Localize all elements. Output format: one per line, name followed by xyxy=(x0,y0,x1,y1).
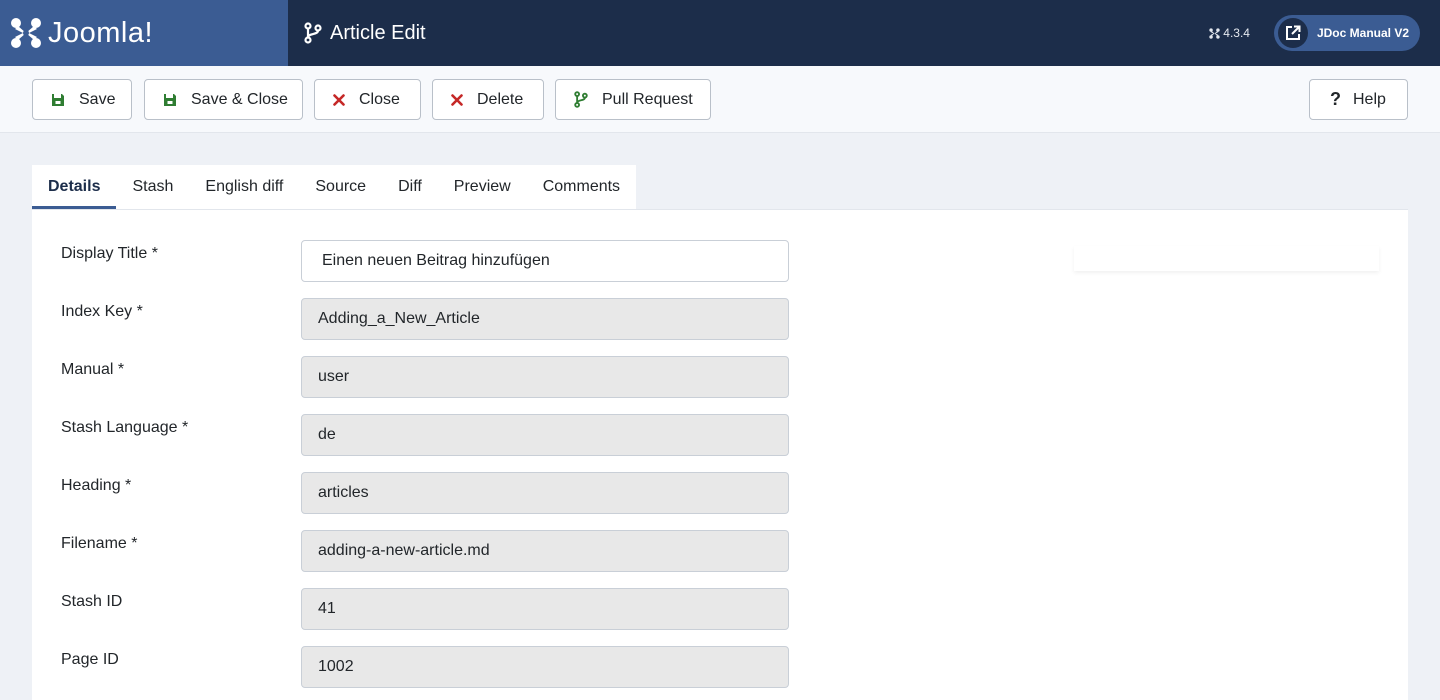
form-row-filename: Filename * adding-a-new-article.md xyxy=(32,530,832,572)
site-link-button[interactable]: JDoc Manual V2 xyxy=(1273,15,1420,51)
delete-label: Delete xyxy=(477,90,524,108)
tab-bar: Details Stash English diff Source Diff P… xyxy=(32,165,637,209)
delete-icon xyxy=(451,93,463,106)
page-id-label: Page ID xyxy=(61,651,119,668)
help-label: Help xyxy=(1353,90,1386,108)
floppy-icon xyxy=(52,93,64,106)
manual-field[interactable]: user xyxy=(301,356,789,398)
delete-button[interactable]: Delete xyxy=(432,79,544,120)
form-row-display-title: Display Title * Einen neuen Beitrag hinz… xyxy=(32,240,832,282)
stash-language-field[interactable]: de xyxy=(301,414,789,456)
form-row-page-id: Page ID 1002 xyxy=(32,646,832,688)
joomla-small-icon xyxy=(1209,27,1220,39)
tab-stash[interactable]: Stash xyxy=(116,165,189,209)
page-title-text: Article Edit xyxy=(330,21,426,44)
tab-details[interactable]: Details xyxy=(32,165,117,209)
help-button[interactable]: ? Help xyxy=(1309,79,1408,120)
tab-preview[interactable]: Preview xyxy=(438,165,527,209)
stash-id-label: Stash ID xyxy=(61,593,123,610)
form-row-manual: Manual * user xyxy=(32,356,832,398)
close-icon xyxy=(333,93,345,106)
form-row-stash-id: Stash ID 41 xyxy=(32,588,832,630)
display-title-label: Display Title * xyxy=(61,245,158,262)
display-title-input[interactable]: Einen neuen Beitrag hinzufügen xyxy=(301,240,789,282)
joomla-logo[interactable]: Joomla! xyxy=(0,0,288,66)
filename-label: Filename * xyxy=(61,535,138,552)
page-title: Article Edit xyxy=(304,22,426,45)
form-row-heading: Heading * articles xyxy=(32,472,832,514)
top-header: Joomla! Article Edit 4.3.4 JDoc Manual V… xyxy=(0,0,1440,66)
toolbar: Save Save & Close Close Delete Pull Requ… xyxy=(0,66,1440,133)
pull-request-label: Pull Request xyxy=(602,90,693,108)
pull-request-button[interactable]: Pull Request xyxy=(555,79,711,120)
side-card xyxy=(1074,246,1379,271)
stash-id-field[interactable]: 41 xyxy=(301,588,789,630)
close-button[interactable]: Close xyxy=(314,79,421,120)
floppy-icon xyxy=(164,93,176,106)
version-label: 4.3.4 xyxy=(1209,26,1250,40)
joomla-icon xyxy=(11,18,41,48)
stash-language-label: Stash Language * xyxy=(61,419,189,436)
details-panel: Display Title * Einen neuen Beitrag hinz… xyxy=(32,209,1408,700)
save-label: Save xyxy=(79,90,116,108)
index-key-label: Index Key * xyxy=(61,303,143,320)
site-link-label: JDoc Manual V2 xyxy=(1316,26,1409,40)
heading-field[interactable]: articles xyxy=(301,472,789,514)
external-link-icon xyxy=(1277,18,1308,48)
save-button[interactable]: Save xyxy=(32,79,132,120)
manual-label: Manual * xyxy=(61,361,125,378)
filename-field[interactable]: adding-a-new-article.md xyxy=(301,530,789,572)
brand-name: Joomla! xyxy=(48,16,154,49)
tab-diff[interactable]: Diff xyxy=(382,165,438,209)
version-text: 4.3.4 xyxy=(1223,26,1250,40)
branch-icon xyxy=(304,22,322,44)
heading-label: Heading * xyxy=(61,477,132,494)
branch-icon xyxy=(574,91,588,108)
tab-english-diff[interactable]: English diff xyxy=(189,165,299,209)
save-close-button[interactable]: Save & Close xyxy=(144,79,303,120)
index-key-field[interactable]: Adding_a_New_Article xyxy=(301,298,789,340)
tab-comments[interactable]: Comments xyxy=(527,165,636,209)
tab-source[interactable]: Source xyxy=(299,165,382,209)
save-close-label: Save & Close xyxy=(191,90,288,108)
form-row-index-key: Index Key * Adding_a_New_Article xyxy=(32,298,832,340)
question-icon: ? xyxy=(1330,89,1341,109)
form-row-stash-language: Stash Language * de xyxy=(32,414,832,456)
close-label: Close xyxy=(359,90,400,108)
page-id-field[interactable]: 1002 xyxy=(301,646,789,688)
